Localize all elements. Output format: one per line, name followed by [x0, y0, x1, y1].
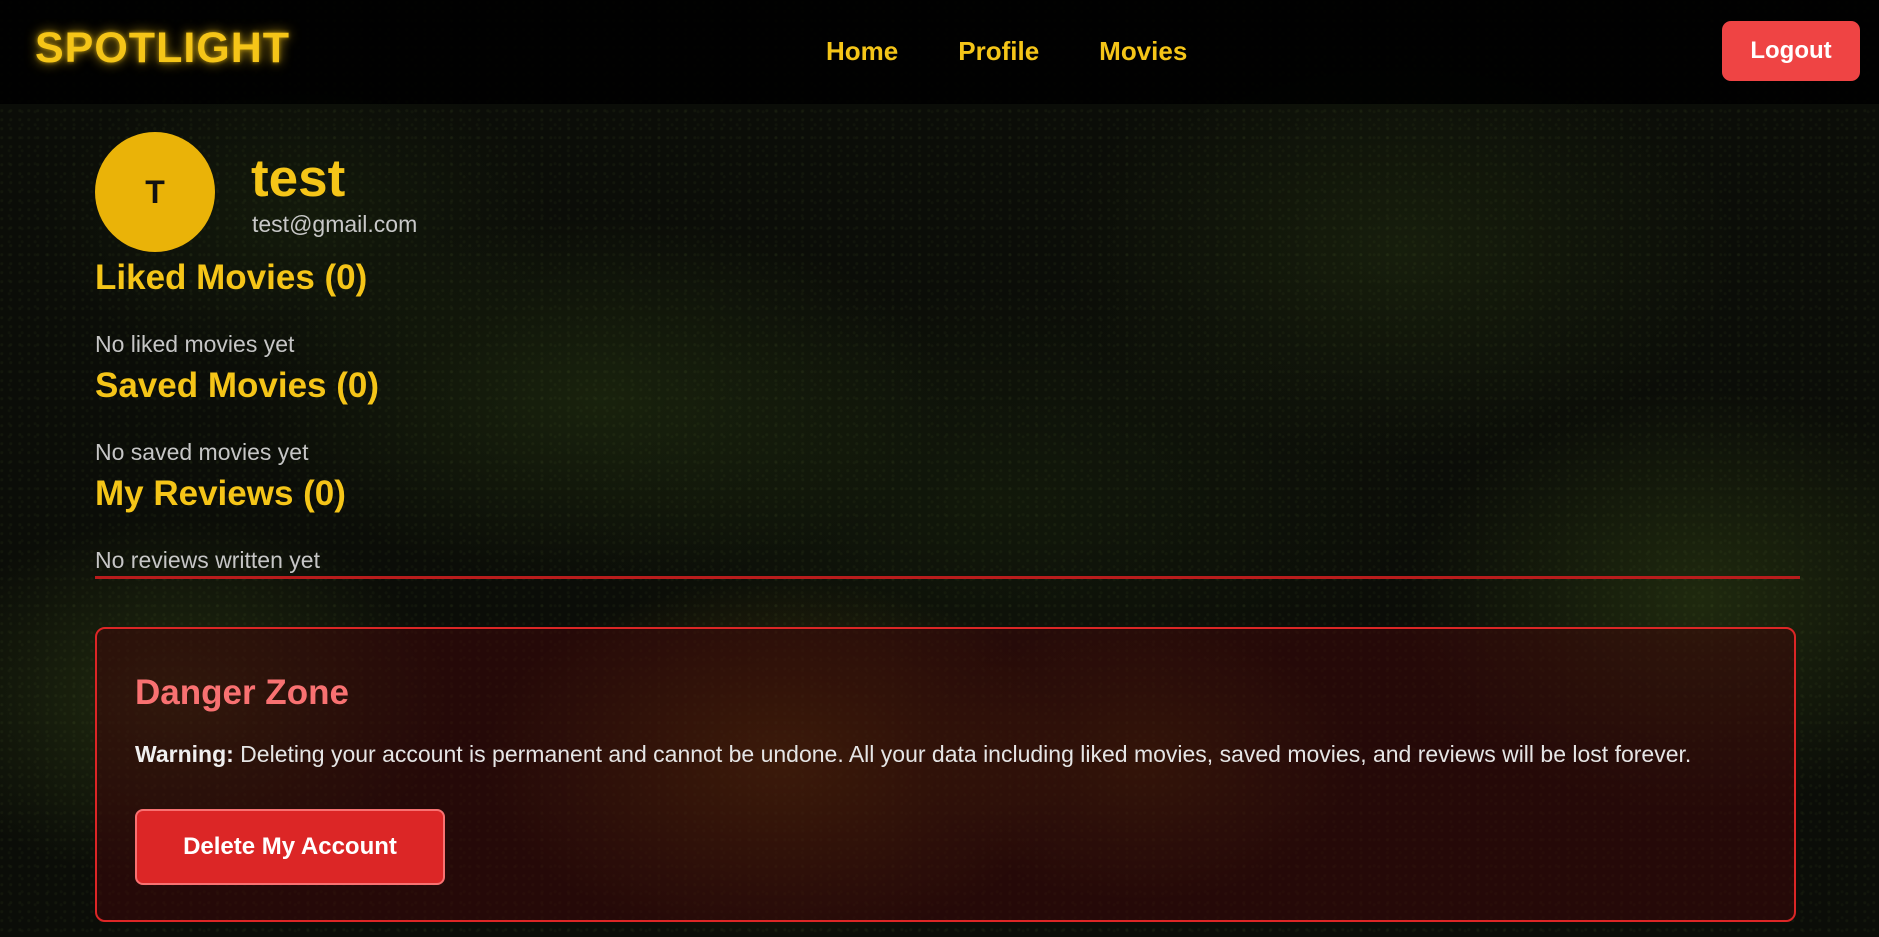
- profile-username: test: [251, 149, 346, 208]
- section-divider: [95, 576, 1800, 579]
- saved-movies-heading: Saved Movies (0): [95, 366, 379, 405]
- logout-button[interactable]: Logout: [1722, 21, 1860, 81]
- my-reviews-heading: My Reviews (0): [95, 474, 346, 513]
- navbar: SPOTLIGHT Home Profile Movies Logout: [0, 0, 1879, 104]
- warning-text: Deleting your account is permanent and c…: [233, 741, 1692, 767]
- danger-zone-panel: Danger Zone Warning: Deleting your accou…: [95, 627, 1796, 922]
- delete-account-button[interactable]: Delete My Account: [135, 809, 445, 885]
- liked-movies-heading: Liked Movies (0): [95, 258, 368, 297]
- profile-email: test@gmail.com: [252, 211, 418, 237]
- warning-label: Warning:: [135, 741, 234, 767]
- avatar: T: [95, 132, 215, 252]
- site-logo[interactable]: SPOTLIGHT: [35, 24, 290, 73]
- danger-zone-title: Danger Zone: [135, 673, 349, 712]
- my-reviews-empty-text: No reviews written yet: [95, 547, 320, 573]
- nav-link-movies[interactable]: Movies: [1099, 36, 1187, 67]
- nav-links: Home Profile Movies: [826, 36, 1187, 67]
- saved-movies-empty-text: No saved movies yet: [95, 439, 309, 465]
- nav-link-profile[interactable]: Profile: [958, 36, 1039, 67]
- nav-link-home[interactable]: Home: [826, 36, 898, 67]
- liked-movies-empty-text: No liked movies yet: [95, 331, 295, 357]
- danger-zone-warning: Warning: Deleting your account is perman…: [135, 741, 1691, 768]
